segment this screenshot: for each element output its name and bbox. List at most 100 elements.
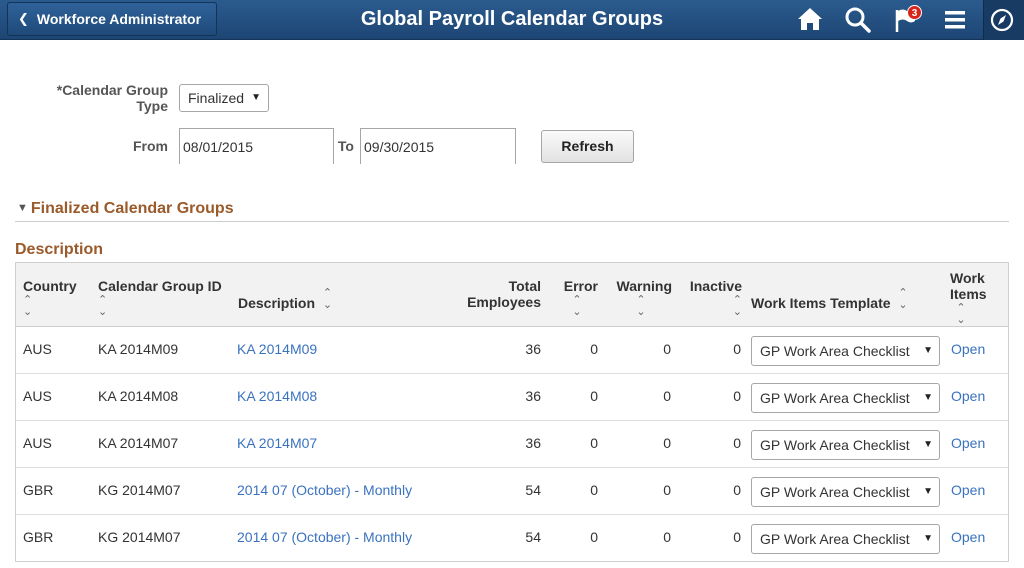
dropdown-arrow-icon: ▼ (923, 439, 933, 450)
cell-total-employees: 36 (525, 435, 541, 451)
work-items-template-value: GP Work Area Checklist (760, 484, 910, 500)
cell-error: 0 (590, 388, 598, 404)
dropdown-arrow-icon: ▼ (251, 92, 261, 103)
col-header-warning[interactable]: Warning ⌃ ⌄ (610, 278, 672, 318)
cell-description-link[interactable]: 2014 07 (October) - Monthly (237, 529, 412, 545)
cell-total-employees: 54 (525, 482, 541, 498)
col-header-country[interactable]: Country ⌃ ⌄ (23, 278, 77, 318)
calendar-group-type-label: *Calendar Group Type (56, 82, 168, 114)
home-icon[interactable] (796, 6, 826, 34)
cell-warning: 0 (663, 435, 671, 451)
work-items-template-select[interactable]: GP Work Area Checklist ▼ (751, 477, 940, 507)
sort-icon: ⌃ ⌄ (23, 294, 33, 318)
cell-total-employees: 36 (525, 341, 541, 357)
col-header-work-items[interactable]: Work Items ⌃ ⌄ (950, 270, 994, 326)
work-items-template-select[interactable]: GP Work Area Checklist ▼ (751, 430, 940, 460)
grid-header-row: Country ⌃ ⌄ Calendar Group ID ⌃ ⌄ Descript… (16, 263, 1008, 327)
cell-warning: 0 (663, 388, 671, 404)
finalized-groups-collapsible-header[interactable]: ▼ Finalized Calendar Groups (17, 200, 234, 218)
cell-warning: 0 (663, 482, 671, 498)
to-date-value: 09/30/2015 (364, 139, 435, 155)
cell-description-link[interactable]: KA 2014M08 (237, 388, 317, 404)
work-items-template-select[interactable]: GP Work Area Checklist ▼ (751, 383, 940, 413)
col-header-work-items-template-label: Work Items Template (751, 295, 891, 311)
sort-icon: ⌃ ⌄ (898, 287, 908, 311)
sort-icon: ⌃ ⌄ (636, 294, 646, 318)
cell-country: GBR (23, 482, 54, 498)
collapse-triangle-icon: ▼ (17, 202, 28, 214)
sort-icon: ⌃ ⌄ (956, 302, 966, 326)
work-items-open-link[interactable]: Open (951, 482, 985, 498)
sort-icon: ⌃ ⌄ (322, 287, 333, 311)
cell-country: AUS (23, 341, 52, 357)
cell-error: 0 (590, 435, 598, 451)
work-items-template-select[interactable]: GP Work Area Checklist ▼ (751, 524, 940, 554)
calendar-group-type-select[interactable]: Finalized ▼ (179, 84, 269, 112)
work-items-template-select[interactable]: GP Work Area Checklist ▼ (751, 336, 940, 366)
cell-calendar-group-id: KG 2014M07 (98, 529, 181, 545)
cell-total-employees: 54 (525, 529, 541, 545)
cell-warning: 0 (663, 341, 671, 357)
col-header-inactive-label: Inactive (689, 278, 742, 294)
cell-error: 0 (590, 529, 598, 545)
table-row: AUS KA 2014M09 KA 2014M09 36 0 0 0 GP Wo… (16, 327, 1008, 374)
work-items-template-value: GP Work Area Checklist (760, 343, 910, 359)
cell-description-link[interactable]: KA 2014M09 (237, 341, 317, 357)
col-header-work-items-label: Work Items (950, 270, 987, 302)
table-row: GBR KG 2014M07 2014 07 (October) - Month… (16, 515, 1008, 562)
col-header-inactive[interactable]: Inactive ⌃ ⌄ (684, 278, 742, 318)
dropdown-arrow-icon: ▼ (923, 533, 933, 544)
col-header-description-label: Description (238, 295, 316, 311)
col-header-description[interactable]: Description ⌃ ⌄ (238, 287, 332, 311)
from-date-input[interactable]: 08/01/2015 (179, 128, 334, 164)
sort-icon: ⌃ ⌄ (98, 294, 108, 318)
section-divider (15, 221, 1009, 222)
col-header-country-label: Country (23, 278, 77, 294)
work-items-template-value: GP Work Area Checklist (760, 437, 910, 453)
work-items-open-link[interactable]: Open (951, 435, 985, 451)
back-button[interactable]: ❮ Workforce Administrator (7, 2, 217, 36)
menu-icon[interactable] (941, 6, 971, 34)
search-icon[interactable] (844, 6, 874, 34)
from-date-value: 08/01/2015 (183, 139, 254, 155)
cell-warning: 0 (663, 529, 671, 545)
cell-country: AUS (23, 435, 52, 451)
work-items-template-value: GP Work Area Checklist (760, 531, 910, 547)
notifications-flag-icon[interactable]: 3 (893, 5, 923, 34)
chevron-left-icon: ❮ (18, 11, 29, 26)
work-items-template-value: GP Work Area Checklist (760, 390, 910, 406)
top-banner: ❮ Workforce Administrator Global Payroll… (0, 0, 1024, 40)
col-header-error[interactable]: Error ⌃ ⌄ (556, 278, 598, 318)
cell-error: 0 (590, 341, 598, 357)
cell-inactive: 0 (733, 341, 741, 357)
cell-country: GBR (23, 529, 54, 545)
cell-inactive: 0 (733, 388, 741, 404)
compass-icon[interactable] (988, 6, 1018, 34)
cell-calendar-group-id: KA 2014M08 (98, 388, 179, 404)
col-header-work-items-template[interactable]: Work Items Template ⌃ ⌄ (751, 287, 908, 311)
col-header-calendar-group-id-label: Calendar Group ID (98, 278, 222, 294)
cell-description-link[interactable]: 2014 07 (October) - Monthly (237, 482, 412, 498)
work-items-open-link[interactable]: Open (951, 388, 985, 404)
work-items-open-link[interactable]: Open (951, 529, 985, 545)
cell-calendar-group-id: KA 2014M09 (98, 341, 179, 357)
cell-calendar-group-id: KA 2014M07 (98, 435, 179, 451)
col-header-total-employees[interactable]: Total Employees (436, 278, 541, 310)
col-header-error-label: Error (563, 278, 598, 294)
dropdown-arrow-icon: ▼ (923, 486, 933, 497)
calendar-groups-grid: Country ⌃ ⌄ Calendar Group ID ⌃ ⌄ Descript… (15, 262, 1009, 562)
col-header-calendar-group-id[interactable]: Calendar Group ID ⌃ ⌄ (98, 278, 222, 318)
notification-count-badge: 3 (907, 5, 922, 20)
back-button-label: Workforce Administrator (36, 11, 202, 27)
table-row: AUS KA 2014M08 KA 2014M08 36 0 0 0 GP Wo… (16, 374, 1008, 421)
work-items-open-link[interactable]: Open (951, 341, 985, 357)
cell-inactive: 0 (733, 529, 741, 545)
cell-country: AUS (23, 388, 52, 404)
cell-description-link[interactable]: KA 2014M07 (237, 435, 317, 451)
refresh-button[interactable]: Refresh (541, 130, 634, 163)
cell-inactive: 0 (733, 482, 741, 498)
to-date-input[interactable]: 09/30/2015 (360, 128, 516, 164)
grid-title: Description (15, 241, 104, 258)
section-title: Finalized Calendar Groups (30, 200, 234, 217)
dropdown-arrow-icon: ▼ (923, 345, 933, 356)
